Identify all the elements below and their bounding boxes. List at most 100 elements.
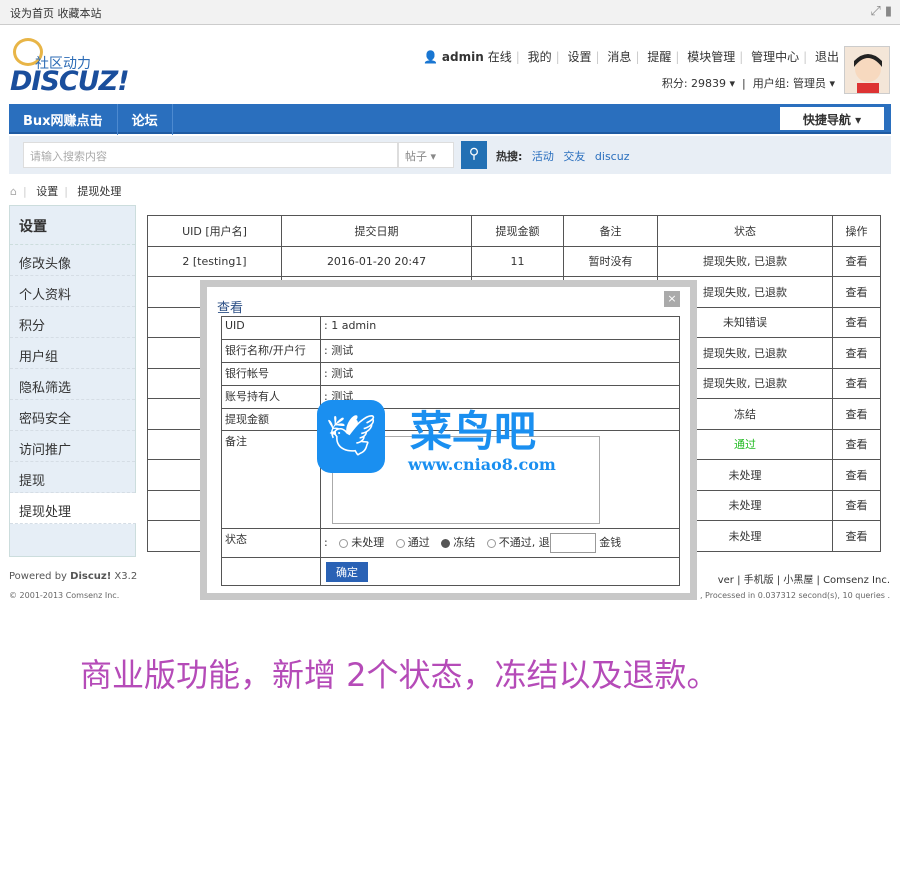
refund-amount-input[interactable]	[549, 533, 596, 553]
search-type-select[interactable]: 帖子 ▾	[398, 142, 454, 168]
nav-admin-center[interactable]: 管理中心	[751, 50, 799, 64]
table-row: 2 [testing1] 2016-01-20 20:47 11 暂时没有 提现失败, …	[147, 245, 881, 277]
username-link[interactable]: admin	[442, 50, 484, 64]
field-label: 提现金额	[221, 408, 321, 431]
field-label: 账号持有人	[221, 385, 321, 409]
sidebar-item-credits[interactable]: 积分	[10, 307, 135, 338]
col-uid: UID [用户名]	[147, 215, 282, 247]
col-amount: 提现金额	[471, 215, 564, 247]
hot-search: 热搜: 活动 交友 discuz	[496, 148, 629, 164]
field-label: UID	[221, 316, 321, 340]
sidebar-item-withdraw-process[interactable]: 提现处理	[10, 493, 136, 524]
bird-logo-icon: 🕊	[317, 400, 385, 473]
breadcrumb-current[interactable]: 提现处理	[77, 185, 121, 198]
cell-note: 暂时没有	[563, 245, 658, 277]
radio-reject[interactable]	[486, 538, 496, 548]
hot-label: 热搜:	[496, 150, 523, 163]
view-link[interactable]: 查看	[832, 428, 881, 460]
view-link[interactable]: 查看	[832, 459, 881, 491]
hot-link[interactable]: 活动	[532, 150, 554, 163]
radio-pass[interactable]	[395, 538, 405, 548]
field-value: : 1 admin	[320, 316, 680, 340]
fullscreen-icon[interactable]: ⤢ ▮	[870, 4, 892, 19]
caption: 商业版功能，新增 2个状态，冻结以及退款。	[80, 656, 719, 694]
view-link[interactable]: 查看	[832, 337, 881, 369]
usergroup-link[interactable]: 用户组: 管理员	[753, 77, 826, 90]
col-date: 提交日期	[281, 215, 472, 247]
sidebar-item-avatar[interactable]: 修改头像	[10, 245, 135, 276]
cell-uid: 2 [testing1]	[147, 245, 282, 277]
nav-forum[interactable]: 论坛	[118, 104, 173, 135]
home-icon[interactable]: ⌂	[10, 185, 17, 198]
option-label: 冻结	[453, 536, 476, 549]
field-label: 备注	[221, 430, 321, 529]
sidebar-title: 设置	[10, 206, 135, 245]
cell-date: 2016-01-20 20:47	[281, 245, 472, 277]
search-input[interactable]: 请输入搜索内容	[23, 142, 398, 168]
powered-by: Powered by Discuz! X3.2	[9, 571, 138, 582]
radio-pending[interactable]	[339, 538, 349, 548]
search-button[interactable]: ⚲	[461, 141, 487, 169]
user-icon: 👤	[422, 50, 438, 64]
sidebar-item-profile[interactable]: 个人资料	[10, 276, 135, 307]
user-nav: 👤 admin 在线 | 我的 | 设置 | 消息 | 提醒 | 模块管理 | 管理中心 | 退出	[422, 50, 839, 64]
cell-status: 提现失败, 已退款	[657, 245, 833, 277]
option-label: 不通过, 退	[498, 536, 550, 549]
breadcrumb: ⌂ | 设置 | 提现处理	[10, 185, 122, 198]
footer-links[interactable]: ver | 手机版 | 小黑屋 | Comsenz Inc.	[718, 571, 890, 586]
money-unit: 金钱	[599, 536, 622, 549]
view-link[interactable]: 查看	[832, 306, 881, 338]
radio-frozen[interactable]	[441, 538, 451, 548]
copyright: © 2001-2013 Comsenz Inc.	[9, 591, 120, 600]
sidebar-item-privacy[interactable]: 隐私筛选	[10, 369, 135, 400]
nav-my[interactable]: 我的	[528, 50, 552, 64]
credits-link[interactable]: 积分: 29839	[662, 77, 726, 90]
watermark-url: www.cniao8.com	[408, 455, 556, 474]
breadcrumb-settings[interactable]: 设置	[36, 185, 58, 198]
sidebar-item-usergroup[interactable]: 用户组	[10, 338, 135, 369]
user-stats: 积分: 29839 ▾ | 用户组: 管理员 ▾	[661, 77, 835, 90]
nav-settings[interactable]: 设置	[568, 50, 592, 64]
col-status: 状态	[657, 215, 833, 247]
nav-messages[interactable]: 消息	[607, 50, 631, 64]
field-label: 银行名称/开户行	[221, 339, 321, 363]
option-label: 未处理	[351, 536, 385, 549]
sidebar-item-password[interactable]: 密码安全	[10, 400, 135, 431]
dialog-title: 查看	[217, 301, 244, 316]
col-action: 操作	[832, 215, 881, 247]
logo-text: DISCUZ!	[10, 66, 130, 97]
avatar[interactable]	[844, 46, 890, 94]
field-value: : 测试	[320, 339, 680, 363]
view-link[interactable]: 查看	[832, 245, 881, 277]
set-home-link[interactable]: 设为首页	[10, 7, 54, 20]
search-icon: ⚲	[468, 146, 480, 162]
discuz-link[interactable]: Discuz!	[70, 571, 111, 582]
field-label: 银行帐号	[221, 362, 321, 386]
close-icon[interactable]: ×	[664, 291, 680, 307]
nav-module-admin[interactable]: 模块管理	[687, 50, 735, 64]
quick-nav-button[interactable]: 快捷导航 ▾	[780, 107, 884, 130]
view-link[interactable]: 查看	[832, 520, 881, 552]
nav-bux[interactable]: Bux网赚点击	[9, 104, 118, 135]
sidebar-item-withdraw[interactable]: 提现	[10, 462, 135, 493]
top-bar: 设为首页 收藏本站	[0, 0, 900, 25]
nav-reminders[interactable]: 提醒	[647, 50, 671, 64]
nav-logout[interactable]: 退出	[815, 50, 839, 64]
watermark-text: 菜鸟吧	[410, 407, 537, 456]
option-label: 通过	[407, 536, 430, 549]
view-link[interactable]: 查看	[832, 367, 881, 399]
hot-link[interactable]: discuz	[595, 150, 630, 163]
hot-link[interactable]: 交友	[563, 150, 585, 163]
view-link[interactable]: 查看	[832, 489, 881, 521]
status-label: 状态	[221, 528, 321, 558]
confirm-button[interactable]: 确定	[326, 561, 368, 582]
view-link[interactable]: 查看	[832, 398, 881, 430]
col-note: 备注	[563, 215, 658, 247]
cell-amount: 11	[471, 245, 564, 277]
favorite-link[interactable]: 收藏本站	[58, 7, 102, 20]
online-status: 在线	[487, 50, 512, 64]
main-nav: Bux网赚点击 论坛	[9, 104, 891, 135]
field-value: : 测试	[320, 362, 680, 386]
sidebar-item-promotion[interactable]: 访问推广	[10, 431, 135, 462]
view-link[interactable]: 查看	[832, 276, 881, 308]
